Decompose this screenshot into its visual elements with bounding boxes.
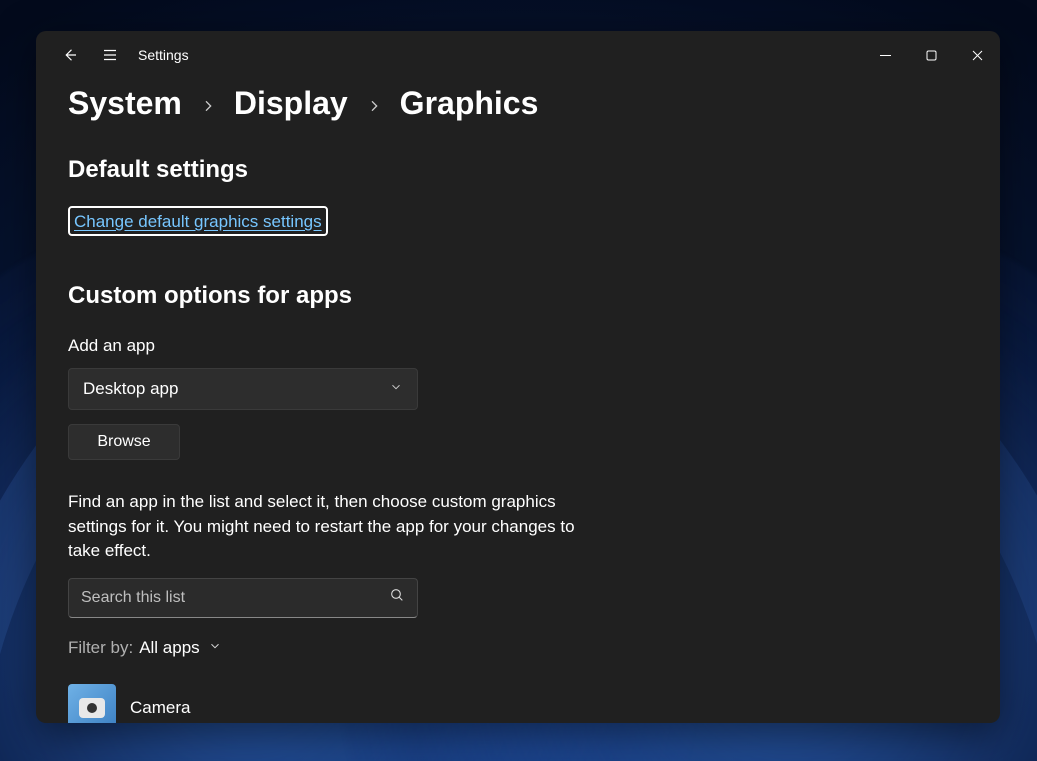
custom-help-text: Find an app in the list and select it, t… — [68, 490, 608, 564]
app-name: Camera — [130, 698, 190, 718]
app-type-selected: Desktop app — [83, 379, 178, 399]
chevron-down-icon — [389, 379, 403, 399]
filter-by-control[interactable]: Filter by: All apps — [68, 638, 968, 658]
filter-value-text: All apps — [139, 638, 199, 658]
app-type-dropdown[interactable]: Desktop app — [68, 368, 418, 410]
change-default-graphics-link[interactable]: Change default graphics settings — [68, 206, 328, 236]
custom-options-heading: Custom options for apps — [68, 282, 968, 310]
chevron-right-icon — [200, 85, 216, 122]
filter-label: Filter by: — [68, 638, 133, 658]
breadcrumb: System Display Graphics — [68, 85, 968, 122]
default-settings-heading: Default settings — [68, 156, 968, 184]
breadcrumb-display[interactable]: Display — [234, 85, 348, 122]
window-title: Settings — [130, 47, 189, 63]
app-list-item[interactable]: Camera — [68, 684, 968, 723]
close-button[interactable] — [954, 31, 1000, 79]
search-input[interactable] — [81, 589, 361, 607]
browse-button-label: Browse — [97, 433, 150, 451]
titlebar: Settings — [36, 31, 1000, 79]
back-button[interactable] — [50, 35, 90, 75]
minimize-button[interactable] — [862, 31, 908, 79]
settings-window: Settings System Display Graphics — [36, 31, 1000, 723]
maximize-button[interactable] — [908, 31, 954, 79]
search-icon[interactable] — [389, 587, 405, 608]
content-area: System Display Graphics Default settings… — [36, 79, 1000, 723]
search-list-box[interactable] — [68, 578, 418, 618]
breadcrumb-system[interactable]: System — [68, 85, 182, 122]
breadcrumb-current: Graphics — [400, 85, 539, 122]
camera-icon — [68, 684, 116, 723]
chevron-right-icon — [366, 85, 382, 122]
browse-button[interactable]: Browse — [68, 424, 180, 460]
filter-value[interactable]: All apps — [139, 638, 221, 658]
chevron-down-icon — [208, 638, 222, 658]
nav-menu-button[interactable] — [90, 35, 130, 75]
window-controls — [862, 31, 1000, 79]
add-an-app-label: Add an app — [68, 336, 968, 356]
